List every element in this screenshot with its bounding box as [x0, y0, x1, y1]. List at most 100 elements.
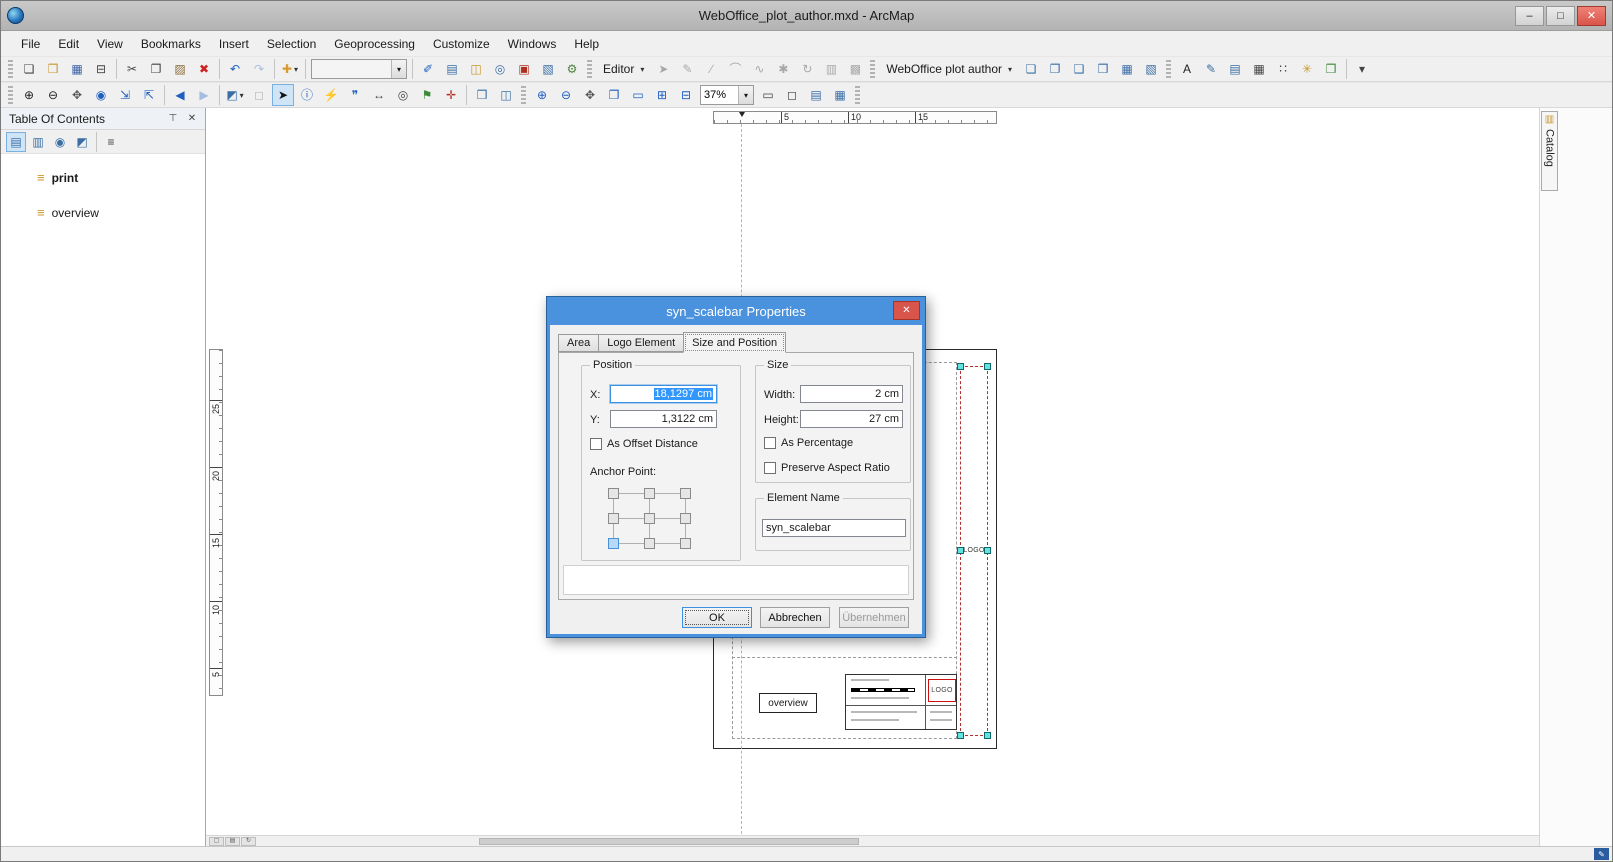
undo-button[interactable]: ↶: [224, 58, 246, 80]
plot-sync-button[interactable]: ▧: [1140, 58, 1162, 80]
anchor-point-8[interactable]: [680, 538, 691, 549]
toolbar-grip[interactable]: [870, 60, 875, 78]
layout-zoom-percent-combo-dropdown[interactable]: ▾: [738, 86, 753, 104]
toc-window-button[interactable]: ▤: [441, 58, 463, 80]
layer-item-overview[interactable]: ≡overview: [1, 201, 205, 224]
list-by-selection-button[interactable]: ◩: [72, 132, 92, 152]
data-driven-pages-button[interactable]: ▦: [829, 84, 851, 106]
menu-geoprocessing[interactable]: Geoprocessing: [326, 34, 423, 54]
identify-button[interactable]: ⓘ: [296, 84, 318, 106]
element-name-input[interactable]: syn_scalebar: [762, 519, 906, 537]
viewer-windows-button[interactable]: ◫: [495, 84, 517, 106]
plot-export-button[interactable]: ❐: [1044, 58, 1066, 80]
selection-handle[interactable]: [984, 363, 991, 370]
plot-pages-button[interactable]: ▦: [1116, 58, 1138, 80]
list-by-drawing-order-button[interactable]: ▤: [6, 132, 26, 152]
map-scale-combo[interactable]: ▾: [311, 59, 407, 79]
dialog-title-bar[interactable]: syn_scalebar Properties ✕: [547, 297, 925, 325]
scrollbar-thumb[interactable]: [479, 838, 859, 845]
height-input[interactable]: 27 cm: [800, 410, 903, 428]
preserve-aspect-ratio-checkbox[interactable]: Preserve Aspect Ratio: [764, 462, 890, 474]
my-places-button[interactable]: ❒: [1320, 58, 1342, 80]
tab-logo-element[interactable]: Logo Element: [598, 334, 684, 352]
refresh-view-button[interactable]: ↻: [241, 837, 256, 846]
toolbar-grip[interactable]: [855, 86, 860, 104]
search-window-button[interactable]: ◎: [489, 58, 511, 80]
anchor-point-1[interactable]: [644, 488, 655, 499]
menu-windows[interactable]: Windows: [500, 34, 565, 54]
layout-zoom-in-button[interactable]: ⊕: [531, 84, 553, 106]
map-scale-combo-dropdown[interactable]: ▾: [391, 60, 406, 78]
anchor-point-5[interactable]: [680, 513, 691, 524]
x-input[interactable]: 18,1297 cm: [610, 385, 717, 403]
cut-button[interactable]: ✂: [121, 58, 143, 80]
draw-status-indicator[interactable]: ✎: [1594, 848, 1609, 860]
create-viewer-window-button[interactable]: ❒: [471, 84, 493, 106]
add-data-button-dropdown-icon[interactable]: ▾: [294, 65, 298, 74]
catalog-window-button[interactable]: ◫: [465, 58, 487, 80]
layout-zoom-100-button[interactable]: ▭: [627, 84, 649, 106]
find-route-button[interactable]: ⚑: [416, 84, 438, 106]
modelbuilder-button[interactable]: ⚙: [561, 58, 583, 80]
anchor-point-3[interactable]: [608, 513, 619, 524]
change-layout-button[interactable]: ▤: [805, 84, 827, 106]
anchor-point-0[interactable]: [608, 488, 619, 499]
select-features-button[interactable]: ◩▾: [224, 84, 246, 106]
plot-import-button[interactable]: ❏: [1020, 58, 1042, 80]
layout-zoom-percent-combo[interactable]: ▾: [700, 85, 754, 105]
title-block[interactable]: LOGO: [845, 674, 957, 730]
title-bar[interactable]: WebOffice_plot_author.mxd - ArcMap – □ ✕: [1, 1, 1612, 31]
select-features-button-dropdown-icon[interactable]: ▾: [240, 91, 244, 100]
list-by-source-button[interactable]: ▥: [28, 132, 48, 152]
list-by-visibility-button[interactable]: ◉: [50, 132, 70, 152]
anchor-point-6[interactable]: [608, 538, 619, 549]
menu-help[interactable]: Help: [566, 34, 607, 54]
as-offset-distance-checkbox[interactable]: As Offset Distance: [590, 438, 698, 450]
cancel-button[interactable]: Abbrechen: [760, 607, 830, 628]
dialog-close-button[interactable]: ✕: [893, 301, 920, 320]
selection-handle[interactable]: [957, 732, 964, 739]
menu-selection[interactable]: Selection: [259, 34, 324, 54]
menu-view[interactable]: View: [89, 34, 131, 54]
horizontal-scrollbar[interactable]: ▢ ▤ ↻: [206, 835, 1539, 846]
toolbar-grip[interactable]: [1166, 60, 1171, 78]
menu-bookmarks[interactable]: Bookmarks: [133, 34, 209, 54]
menu-insert[interactable]: Insert: [211, 34, 257, 54]
tab-area[interactable]: Area: [558, 334, 599, 352]
toggle-draft-mode-button[interactable]: ▭: [757, 84, 779, 106]
layout-view-button[interactable]: ▤: [225, 837, 240, 846]
measure-button[interactable]: ↔: [368, 84, 390, 106]
anchor-point-4[interactable]: [644, 513, 655, 524]
layout-f ixed-zoom-in-button[interactable]: ⊞: [651, 84, 673, 106]
full-extent-button[interactable]: ◉: [90, 84, 112, 106]
zoom-out-button[interactable]: ⊖: [42, 84, 64, 106]
find-button[interactable]: ◎: [392, 84, 414, 106]
delete-button[interactable]: ✖: [193, 58, 215, 80]
back-extent-button[interactable]: ◀: [169, 84, 191, 106]
menu-file[interactable]: File: [13, 34, 48, 54]
catalog-tab[interactable]: ▥ Catalog: [1541, 111, 1558, 191]
width-input[interactable]: 2 cm: [800, 385, 903, 403]
editor-menu-button[interactable]: Editor▾: [596, 58, 651, 80]
as-percentage-checkbox[interactable]: As Percentage: [764, 437, 853, 449]
select-elements-button[interactable]: ➤: [272, 84, 294, 106]
arctoolbox-button[interactable]: ▣: [513, 58, 535, 80]
fixed-zoom-in-button[interactable]: ⇲: [114, 84, 136, 106]
toolbar-grip[interactable]: [8, 60, 13, 78]
key-number-button[interactable]: ✳: [1296, 58, 1318, 80]
annotation-button[interactable]: ▤: [1224, 58, 1246, 80]
layout-pan-button[interactable]: ✥: [579, 84, 601, 106]
layout-zoom-percent-combo-input[interactable]: [701, 86, 738, 104]
zoom-in-button[interactable]: ⊕: [18, 84, 40, 106]
toc-close-icon[interactable]: ✕: [184, 111, 200, 127]
anchor-point-2[interactable]: [680, 488, 691, 499]
overview-element[interactable]: overview: [759, 693, 817, 713]
pin-icon[interactable]: ⊤: [165, 111, 181, 127]
plot-download-button[interactable]: ❒: [1092, 58, 1114, 80]
layer-item-print[interactable]: ≡print: [1, 166, 205, 189]
add-data-button[interactable]: ✚▾: [279, 58, 301, 80]
anchor-point-7[interactable]: [644, 538, 655, 549]
toolbar-options-button[interactable]: ▾: [1351, 58, 1373, 80]
pan-button[interactable]: ✥: [66, 84, 88, 106]
focus-data-frame-button[interactable]: ◻: [781, 84, 803, 106]
